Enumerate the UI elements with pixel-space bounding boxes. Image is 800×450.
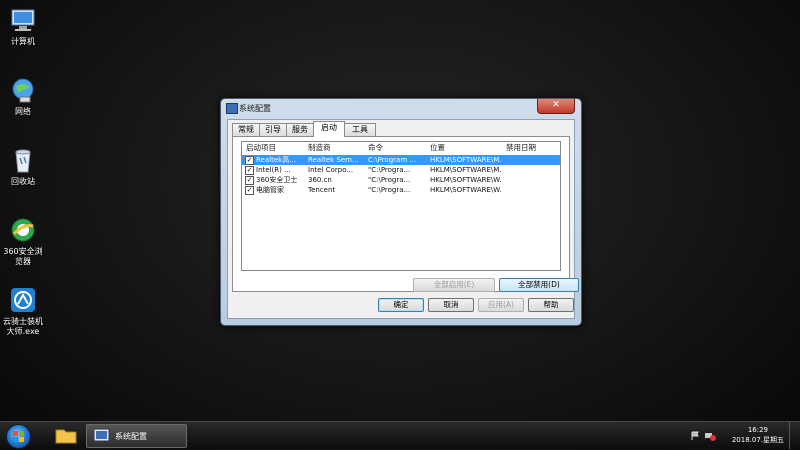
cell-location: HKLM\SOFTWARE\M... — [430, 156, 502, 164]
desktop-icon-label: 网络 — [15, 107, 31, 116]
taskbar: 系统配置 16:29 2018.07.星期五 — [0, 421, 800, 449]
list-header: 启动项目 制造商 命令 位置 禁用日期 — [242, 142, 560, 154]
desktop-icon-computer[interactable]: 计算机 — [2, 6, 44, 47]
help-button[interactable]: 帮助 — [528, 298, 574, 312]
cancel-button[interactable]: 取消 — [428, 298, 474, 312]
cell-maker: Intel Corpo... — [308, 166, 354, 174]
computer-icon — [9, 6, 37, 34]
table-row[interactable]: ✓ 电脑管家 Tencent "C:\Progra... HKLM\SOFTWA… — [242, 185, 560, 195]
cell-maker: 360.cn — [308, 176, 332, 184]
tab-boot[interactable]: 引导 — [259, 123, 287, 136]
network-icon — [9, 76, 37, 104]
startup-panel: 启动项目 制造商 命令 位置 禁用日期 ✓ Realtek高... Realte… — [232, 136, 579, 292]
folder-icon — [55, 429, 77, 444]
windows-logo-icon — [13, 431, 24, 442]
column-header-command[interactable]: 命令 — [368, 142, 426, 154]
table-row[interactable]: ✓ Intel(R) ... Intel Corpo... "C:\Progra… — [242, 165, 560, 175]
network-disconnected-icon[interactable] — [704, 431, 716, 441]
tab-startup[interactable]: 启动 — [313, 121, 345, 137]
cell-location: HKLM\SOFTWARE\W... — [430, 176, 502, 184]
column-header-location[interactable]: 位置 — [430, 142, 502, 154]
cell-command: "C:\Progra... — [368, 186, 411, 194]
desktop-icon-label: 计算机 — [11, 37, 35, 46]
recycle-bin-icon — [9, 146, 37, 174]
startup-list[interactable]: 启动项目 制造商 命令 位置 禁用日期 ✓ Realtek高... Realte… — [241, 141, 561, 271]
row-checkbox[interactable]: ✓ — [245, 166, 254, 175]
tab-services[interactable]: 服务 — [286, 123, 314, 136]
cell-command: "C:\Progra... — [368, 176, 411, 184]
msconfig-icon — [226, 103, 238, 114]
row-checkbox[interactable]: ✓ — [245, 186, 254, 195]
taskbar-system-config[interactable]: 系统配置 — [86, 424, 187, 448]
column-header-date[interactable]: 禁用日期 — [506, 142, 560, 154]
desktop-icon-label: 回收站 — [11, 177, 35, 186]
column-header-maker[interactable]: 制造商 — [308, 142, 366, 154]
row-checkbox[interactable]: ✓ — [245, 176, 254, 185]
cell-location: HKLM\SOFTWARE\W... — [430, 186, 502, 194]
ok-button[interactable]: 确定 — [378, 298, 424, 312]
close-button[interactable]: ✕ — [537, 99, 575, 114]
yunqishi-installer-icon — [9, 286, 37, 314]
desktop-icon-recycle-bin[interactable]: 回收站 — [2, 146, 44, 187]
system-tray: 16:29 2018.07.星期五 — [680, 422, 800, 449]
cell-command: "C:\Progra... — [368, 166, 411, 174]
cell-maker: Tencent — [308, 186, 336, 194]
row-checkbox[interactable]: ✓ — [245, 156, 254, 165]
table-row[interactable]: ✓ 360安全卫士 360.cn "C:\Progra... HKLM\SOFT… — [242, 175, 560, 185]
window-title: 系统配置 — [239, 104, 271, 113]
show-desktop-button[interactable] — [789, 422, 800, 449]
taskbar-app-label: 系统配置 — [115, 432, 147, 441]
flag-icon[interactable] — [690, 431, 700, 441]
desktop-icon-yunqishi[interactable]: 云骑士装机大师.exe — [2, 286, 44, 337]
360-browser-icon — [9, 216, 37, 244]
cell-command: C:\Program ... — [368, 156, 417, 164]
table-row[interactable]: ✓ Realtek高... Realtek Sem... C:\Program … — [242, 155, 560, 165]
clock[interactable]: 16:29 2018.07.星期五 — [732, 425, 784, 445]
desktop-icon-network[interactable]: 网络 — [2, 76, 44, 117]
tab-general[interactable]: 常规 — [232, 123, 260, 136]
cell-item: 360安全卫士 — [256, 176, 298, 184]
system-config-dialog: 系统配置 ✕ 常规 引导 服务 启动 工具 启动项目 制造商 命令 位置 禁用日… — [220, 98, 582, 326]
cell-item: Intel(R) ... — [256, 166, 291, 174]
enable-all-button[interactable]: 全部启用(E) — [413, 278, 495, 292]
cell-item: 电脑管家 — [256, 186, 284, 194]
msconfig-icon — [93, 428, 110, 442]
cell-maker: Realtek Sem... — [308, 156, 359, 164]
column-header-item[interactable]: 启动项目 — [246, 142, 306, 154]
start-button[interactable] — [6, 424, 31, 449]
clock-date: 2018.07.星期五 — [731, 436, 784, 444]
taskbar-explorer[interactable] — [52, 424, 80, 446]
dialog-body: 常规 引导 服务 启动 工具 启动项目 制造商 命令 位置 禁用日期 ✓ Rea… — [227, 119, 579, 319]
tab-tools[interactable]: 工具 — [344, 123, 376, 136]
cell-item: Realtek高... — [256, 156, 296, 164]
desktop-icon-label: 360安全浏览器 — [3, 247, 43, 266]
cell-location: HKLM\SOFTWARE\M... — [430, 166, 502, 174]
clock-time: 16:29 — [747, 426, 768, 434]
disable-all-button[interactable]: 全部禁用(D) — [499, 278, 579, 292]
desktop-icon-label: 云骑士装机大师.exe — [3, 317, 43, 336]
title-bar[interactable]: 系统配置 ✕ — [221, 99, 581, 117]
desktop-icon-360-browser[interactable]: 360安全浏览器 — [2, 216, 44, 267]
apply-button[interactable]: 应用(A) — [478, 298, 524, 312]
